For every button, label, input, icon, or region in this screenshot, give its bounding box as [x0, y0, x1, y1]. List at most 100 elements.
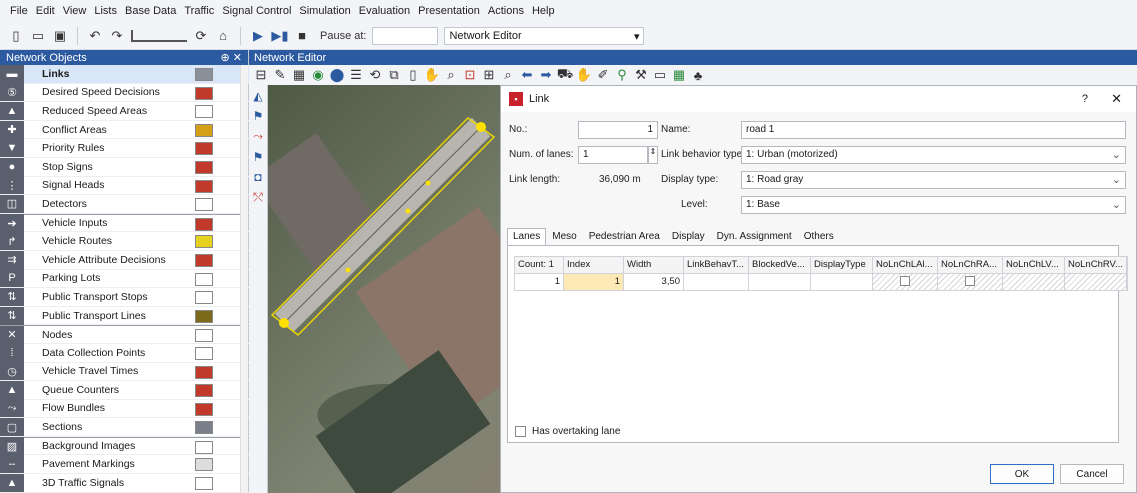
tab-meso[interactable]: Meso [546, 228, 582, 246]
color-swatch[interactable] [195, 402, 213, 416]
list-item[interactable]: ⤳ Flow Bundles [0, 399, 249, 419]
snap-icon[interactable]: ⚲ [614, 67, 630, 83]
column-header[interactable]: DisplayType [811, 257, 873, 273]
list-item[interactable]: ↱ Vehicle Routes [0, 232, 249, 251]
table-cell[interactable] [873, 274, 938, 290]
table-cell[interactable]: 1 [515, 274, 564, 290]
new-file-icon[interactable]: ▯ [8, 28, 24, 44]
table-cell[interactable]: 1 [564, 274, 624, 290]
menu-item-edit[interactable]: Edit [32, 5, 59, 17]
table-cell[interactable] [1065, 274, 1127, 290]
list-item[interactable]: ◷ Vehicle Travel Times [0, 362, 249, 382]
color-swatch[interactable] [195, 272, 213, 286]
column-header[interactable]: Count: 1 [515, 257, 564, 273]
list-item[interactable]: ▢ Sections [0, 418, 249, 437]
connector-icon[interactable]: ⤲ [253, 190, 263, 205]
table-cell[interactable] [749, 274, 811, 290]
tab-others[interactable]: Others [798, 228, 840, 246]
home-icon[interactable]: ⌂ [215, 28, 231, 44]
menu-item-base-data[interactable]: Base Data [121, 5, 180, 17]
panel-pin-close-icon[interactable]: ⊕ ✕ [221, 51, 243, 64]
measure-icon[interactable]: ✐ [595, 67, 611, 83]
column-header[interactable]: Width [624, 257, 684, 273]
color-swatch[interactable] [195, 68, 213, 81]
tab-display[interactable]: Display [666, 228, 711, 246]
display-type-select[interactable]: 1: Road gray ⌄ [741, 171, 1126, 189]
level-select[interactable]: 1: Base ⌄ [741, 196, 1126, 214]
view-type-select[interactable]: Network Editor ▾ [444, 26, 645, 45]
list-item[interactable]: ▲ 3D Traffic Signals [0, 473, 249, 493]
menu-item-file[interactable]: File [6, 5, 32, 17]
color-swatch[interactable] [195, 346, 213, 360]
zoom-area-icon[interactable]: ⊞ [481, 67, 497, 83]
list-item[interactable]: ▲ Reduced Speed Areas [0, 101, 249, 121]
color-swatch[interactable] [195, 309, 213, 323]
menu-item-simulation[interactable]: Simulation [295, 5, 354, 17]
help-button[interactable]: ? [1082, 93, 1088, 105]
color-swatch[interactable] [195, 235, 213, 249]
menu-item-presentation[interactable]: Presentation [414, 5, 484, 17]
cell-checkbox[interactable] [900, 276, 910, 286]
color-swatch[interactable] [195, 365, 213, 379]
network-layer-icon[interactable]: ◭ [253, 89, 262, 103]
pause-at-input[interactable] [372, 26, 439, 45]
menu-item-signal-control[interactable]: Signal Control [218, 5, 295, 17]
column-header[interactable]: BlockedVe... [749, 257, 811, 273]
link-startpoint-handle[interactable] [279, 318, 289, 328]
column-header[interactable]: NoLnChRV... [1065, 257, 1127, 273]
list-item[interactable]: ▲ Queue Counters [0, 380, 249, 400]
color-swatch[interactable] [195, 160, 213, 174]
lanes-field[interactable]: 1 [578, 146, 648, 164]
column-header[interactable]: LinkBehavT... [684, 257, 749, 273]
cell-checkbox[interactable] [965, 276, 975, 286]
color-swatch[interactable] [195, 458, 213, 472]
color-swatch[interactable] [195, 291, 213, 305]
undo-icon[interactable]: ↶ [87, 28, 103, 44]
list-icon[interactable]: ☰ [348, 67, 364, 83]
color-swatch[interactable] [195, 123, 213, 137]
grid-icon[interactable]: ▦ [291, 67, 307, 83]
list-item[interactable]: ▨ Background Images [0, 436, 249, 456]
color-swatch[interactable] [195, 86, 213, 100]
color-swatch[interactable] [195, 440, 213, 454]
lanes-icon[interactable]: ⚑ [253, 150, 264, 164]
list-item[interactable]: ✚ Conflict Areas [0, 120, 249, 140]
simulation-timeline[interactable] [131, 29, 187, 42]
column-header[interactable]: NoLnChRA... [938, 257, 1003, 273]
delete-icon[interactable]: ▯ [405, 67, 421, 83]
color-swatch[interactable] [195, 217, 213, 231]
table-cell[interactable] [938, 274, 1003, 290]
save-icon[interactable]: ▣ [52, 28, 68, 44]
menu-item-evaluation[interactable]: Evaluation [355, 5, 414, 17]
tab-dyn-assignment[interactable]: Dyn. Assignment [711, 228, 798, 246]
play-icon[interactable]: ▶ [250, 28, 266, 44]
walk-icon[interactable]: ♣ [690, 67, 706, 83]
tab-lanes[interactable]: Lanes [507, 228, 547, 246]
level-icon[interactable]: ⚑ [253, 109, 264, 123]
pen-icon[interactable]: ✎ [272, 67, 288, 83]
forward-arrow-icon[interactable]: ➡ [538, 67, 554, 83]
close-icon[interactable]: ✕ [1111, 91, 1122, 107]
overtaking-option[interactable]: Has overtaking lane [515, 426, 620, 437]
link-tool-icon[interactable]: ⤳ [253, 129, 263, 144]
tab-pedestrian-area[interactable]: Pedestrian Area [583, 228, 666, 246]
behavior-select[interactable]: 1: Urban (motorized) ⌄ [741, 146, 1126, 164]
lanes-spinner-icon[interactable]: ⇕ [648, 146, 658, 164]
color-swatch[interactable] [195, 179, 213, 193]
copy-icon[interactable]: ⧉ [386, 67, 402, 83]
list-item[interactable]: ▼ Priority Rules [0, 139, 249, 158]
menu-item-help[interactable]: Help [528, 5, 559, 17]
list-item[interactable]: ➔ Vehicle Inputs [0, 213, 249, 233]
list-item[interactable]: ⇉ Vehicle Attribute Decisions [0, 250, 249, 270]
zoom-icon[interactable]: ⌕ [443, 67, 459, 83]
number-field[interactable]: 1 [578, 121, 658, 139]
hand-icon[interactable]: ✋ [424, 67, 440, 83]
highlight-icon[interactable]: ▦ [671, 67, 687, 83]
globe-icon[interactable]: ◉ [310, 67, 326, 83]
table-cell[interactable]: 3,50 [624, 274, 684, 290]
column-header[interactable]: Index [564, 257, 624, 273]
refresh-icon[interactable]: ⟳ [193, 28, 209, 44]
table-cell[interactable] [1003, 274, 1065, 290]
open-folder-icon[interactable]: ▭ [30, 28, 46, 44]
rotate-icon[interactable]: ⟲ [367, 67, 383, 83]
